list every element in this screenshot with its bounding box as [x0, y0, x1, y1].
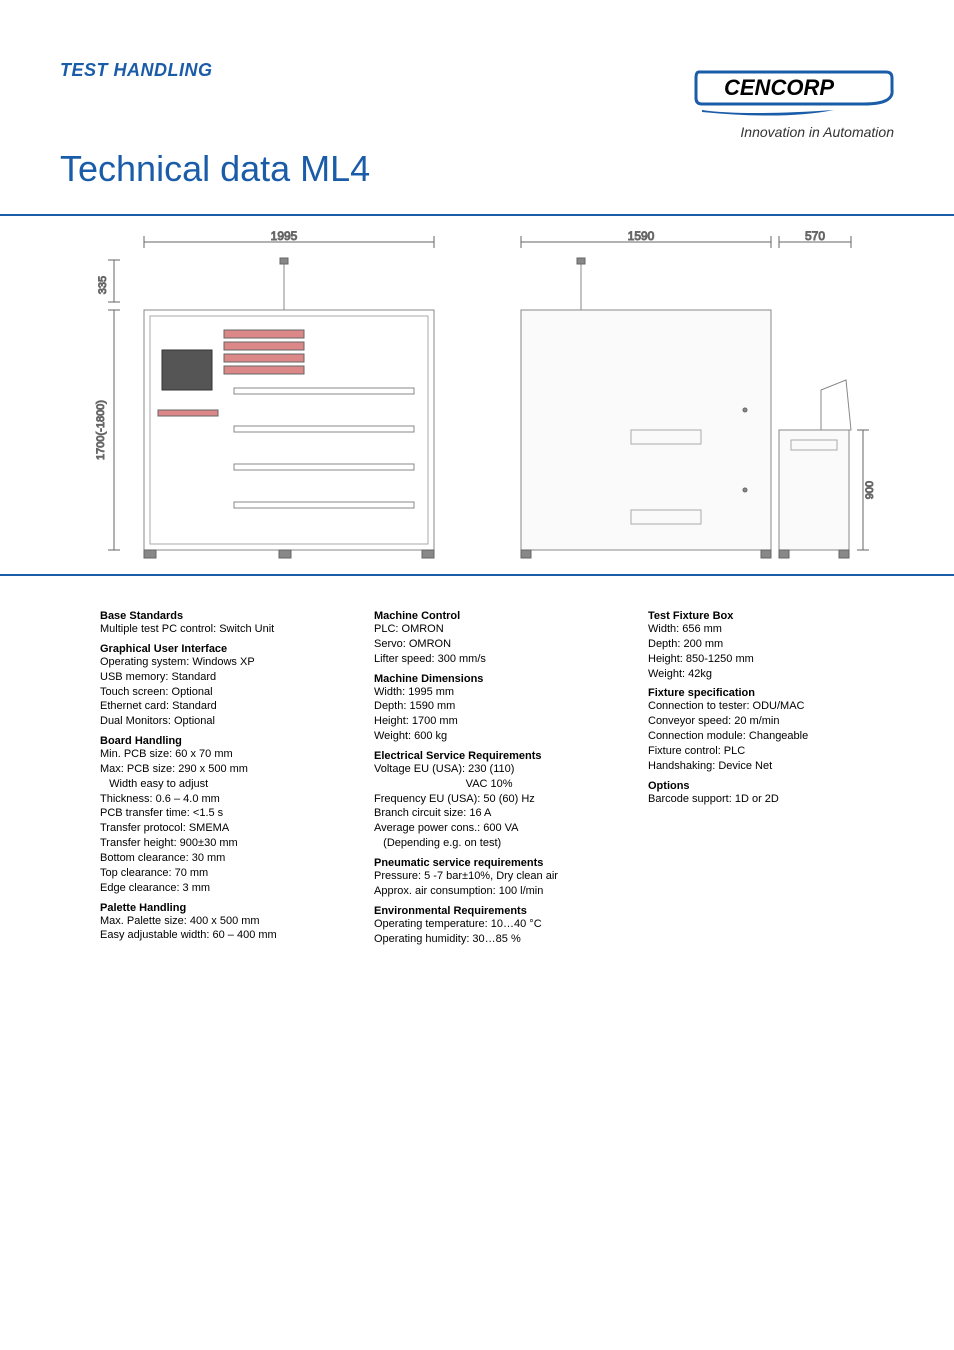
spec-line: Servo: OMRON [374, 637, 620, 652]
spec-section-body: Pressure: 5 -7 bar±10%, Dry clean airApp… [374, 869, 620, 899]
divider-top [0, 214, 954, 216]
spec-line: PCB transfer time: <1.5 s [100, 806, 346, 821]
spec-line: Depth: 200 mm [648, 637, 894, 652]
spec-line: Width: 1995 mm [374, 685, 620, 700]
spec-section-title: Machine Control [374, 610, 620, 622]
spec-line: Branch circuit size: 16 A [374, 806, 620, 821]
spec-line: Barcode support: 1D or 2D [648, 792, 894, 807]
spec-line: Max: PCB size: 290 x 500 mm [100, 762, 346, 777]
spec-line: Dual Monitors: Optional [100, 714, 346, 729]
svg-text:335: 335 [97, 276, 109, 294]
spec-section-title: Electrical Service Requirements [374, 750, 620, 762]
spec-line: Conveyor speed: 20 m/min [648, 714, 894, 729]
spec-line: Touch screen: Optional [100, 685, 346, 700]
spec-line: Connection module: Changeable [648, 729, 894, 744]
spec-line: Height: 1700 mm [374, 714, 620, 729]
spec-line: Max. Palette size: 400 x 500 mm [100, 914, 346, 929]
cencorp-logo: CENCORP [694, 60, 894, 120]
spec-line: Fixture control: PLC [648, 744, 894, 759]
spec-line: Operating humidity: 30…85 % [374, 932, 620, 947]
spec-section-title: Environmental Requirements [374, 905, 620, 917]
svg-text:CENCORP: CENCORP [724, 75, 834, 100]
spec-line: Bottom clearance: 30 mm [100, 851, 346, 866]
spec-line: Handshaking: Device Net [648, 759, 894, 774]
spec-section-title: Graphical User Interface [100, 643, 346, 655]
spec-section-body: Max. Palette size: 400 x 500 mmEasy adju… [100, 914, 346, 944]
brand-tagline: Innovation in Automation [694, 124, 894, 140]
spec-line: USB memory: Standard [100, 670, 346, 685]
spec-line: Operating temperature: 10…40 °C [374, 917, 620, 932]
brand-logo-block: CENCORP Innovation in Automation [694, 60, 894, 140]
spec-line: Weight: 42kg [648, 667, 894, 682]
svg-text:1590: 1590 [627, 230, 654, 243]
spec-section-body: Multiple test PC control: Switch Unit [100, 622, 346, 637]
spec-line: Width easy to adjust [100, 777, 346, 792]
spec-section-title: Pneumatic service requirements [374, 857, 620, 869]
spec-section-body: Min. PCB size: 60 x 70 mmMax: PCB size: … [100, 747, 346, 895]
svg-text:1700(-1800): 1700(-1800) [95, 400, 107, 460]
spec-line: Height: 850-1250 mm [648, 652, 894, 667]
svg-text:570: 570 [804, 230, 824, 243]
spec-line: Multiple test PC control: Switch Unit [100, 622, 346, 637]
spec-line: VAC 10% [374, 777, 620, 792]
spec-line: Pressure: 5 -7 bar±10%, Dry clean air [374, 869, 620, 884]
spec-line: Weight: 600 kg [374, 729, 620, 744]
spec-line: Transfer protocol: SMEMA [100, 821, 346, 836]
spec-line: Width: 656 mm [648, 622, 894, 637]
divider-bottom [0, 574, 954, 576]
specs-columns: Base StandardsMultiple test PC control: … [60, 604, 894, 952]
spec-line: Thickness: 0.6 – 4.0 mm [100, 792, 346, 807]
spec-line: Voltage EU (USA): 230 (110) [374, 762, 620, 777]
spec-line: Average power cons.: 600 VA [374, 821, 620, 836]
spec-section-body: Connection to tester: ODU/MACConveyor sp… [648, 699, 894, 773]
spec-section-body: PLC: OMRONServo: OMRONLifter speed: 300 … [374, 622, 620, 667]
spec-section-body: Operating temperature: 10…40 °COperating… [374, 917, 620, 947]
specs-col-2: Machine ControlPLC: OMRONServo: OMRONLif… [374, 604, 620, 952]
spec-line: Top clearance: 70 mm [100, 866, 346, 881]
spec-line: Min. PCB size: 60 x 70 mm [100, 747, 346, 762]
spec-section-title: Fixture specification [648, 687, 894, 699]
spec-line: Easy adjustable width: 60 – 400 mm [100, 928, 346, 943]
front-view-drawing: 1995 335 1700(-1800) [60, 230, 467, 560]
specs-col-1: Base StandardsMultiple test PC control: … [100, 604, 346, 952]
svg-text:900: 900 [864, 481, 876, 499]
spec-section-body: Width: 656 mmDepth: 200 mmHeight: 850-12… [648, 622, 894, 681]
category-label: TEST HANDLING [60, 60, 213, 81]
spec-line: Operating system: Windows XP [100, 655, 346, 670]
spec-section-title: Test Fixture Box [648, 610, 894, 622]
spec-section-title: Base Standards [100, 610, 346, 622]
spec-line: Lifter speed: 300 mm/s [374, 652, 620, 667]
spec-line: Depth: 1590 mm [374, 699, 620, 714]
spec-section-body: Width: 1995 mmDepth: 1590 mmHeight: 1700… [374, 685, 620, 744]
spec-section-title: Board Handling [100, 735, 346, 747]
specs-col-3: Test Fixture BoxWidth: 656 mmDepth: 200 … [648, 604, 894, 952]
spec-line: (Depending e.g. on test) [374, 836, 620, 851]
side-view-drawing: 1590 570 900 [487, 230, 894, 560]
spec-line: Transfer height: 900±30 mm [100, 836, 346, 851]
spec-line: Connection to tester: ODU/MAC [648, 699, 894, 714]
spec-section-body: Barcode support: 1D or 2D [648, 792, 894, 807]
spec-line: Edge clearance: 3 mm [100, 881, 346, 896]
page-title: Technical data ML4 [60, 148, 894, 190]
header: TEST HANDLING CENCORP Innovation in Auto… [60, 60, 894, 140]
spec-line: PLC: OMRON [374, 622, 620, 637]
spec-section-title: Options [648, 780, 894, 792]
spec-section-title: Machine Dimensions [374, 673, 620, 685]
spec-line: Frequency EU (USA): 50 (60) Hz [374, 792, 620, 807]
spec-section-body: Operating system: Windows XPUSB memory: … [100, 655, 346, 729]
technical-drawings: 1995 335 1700(-1800) [60, 230, 894, 560]
spec-section-body: Voltage EU (USA): 230 (110) VAC 10%Frequ… [374, 762, 620, 851]
spec-section-title: Palette Handling [100, 902, 346, 914]
spec-line: Approx. air consumption: 100 l/min [374, 884, 620, 899]
svg-text:1995: 1995 [270, 230, 297, 243]
spec-line: Ethernet card: Standard [100, 699, 346, 714]
